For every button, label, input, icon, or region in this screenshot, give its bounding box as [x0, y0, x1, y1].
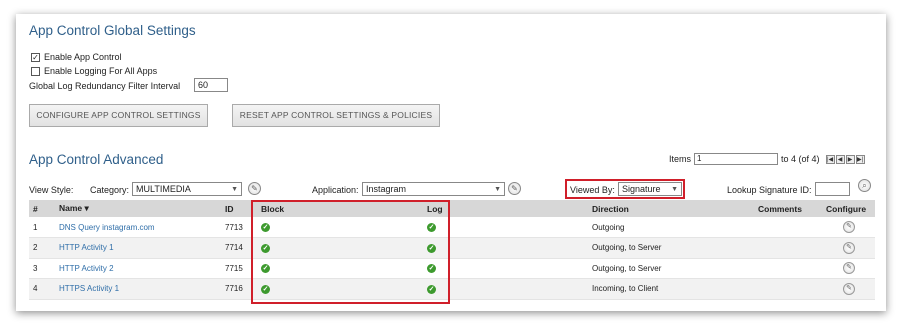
col-name-label: Name — [59, 203, 83, 213]
signatures-table: # Name ▾ ID Block Log Direction Comments… — [29, 200, 875, 300]
interval-input[interactable]: 60 — [194, 78, 228, 92]
row-comments — [754, 217, 822, 238]
interval-label: Global Log Redundancy Filter Interval — [29, 81, 181, 91]
configure-icon[interactable]: ✎ — [843, 262, 855, 275]
col-num: # — [33, 203, 38, 214]
application-value: Instagram — [366, 184, 407, 194]
table-header-row: # Name ▾ ID Block Log Direction Comments… — [29, 200, 875, 217]
configure-settings-button[interactable]: CONFIGURE APP CONTROL SETTINGS — [29, 104, 208, 127]
prev-page-icon[interactable]: ◀ — [835, 154, 845, 164]
advanced-title: App Control Advanced — [29, 152, 164, 167]
chevron-down-icon: ▼ — [671, 186, 678, 193]
search-icon[interactable]: ⌕ — [858, 179, 871, 192]
row-name-link[interactable]: HTTP Activity 1 — [55, 237, 221, 259]
last-page-icon[interactable]: ▶| — [855, 154, 865, 164]
category-select[interactable]: MULTIMEDIA ▼ — [132, 182, 242, 196]
table-row: 1 DNS Query instagram.com 7713 ✓ ✓ Outgo… — [29, 217, 875, 238]
application-select[interactable]: Instagram ▼ — [362, 182, 505, 196]
col-name[interactable]: Name ▾ — [55, 200, 221, 217]
viewed-by-label: Viewed By: — [570, 185, 615, 195]
col-direction: Direction — [592, 203, 629, 214]
viewed-by-value: Signature — [622, 184, 661, 194]
enable-logging-row: Enable Logging For All Apps — [31, 66, 157, 76]
items-range: to 4 (of 4) — [781, 154, 820, 164]
row-name-link[interactable]: DNS Query instagram.com — [55, 217, 221, 238]
block-log-highlight — [251, 200, 450, 304]
items-label: Items — [669, 154, 692, 164]
category-label: Category: — [90, 185, 130, 195]
configure-icon[interactable]: ✎ — [843, 241, 855, 254]
row-name-link[interactable]: HTTP Activity 2 — [55, 258, 221, 279]
chevron-down-icon: ▼ — [494, 186, 501, 193]
reset-settings-button[interactable]: RESET APP CONTROL SETTINGS & POLICIES — [232, 104, 440, 127]
view-style-label: View Style: — [29, 185, 74, 195]
row-direction: Incoming, to Client — [588, 278, 754, 300]
category-value: MULTIMEDIA — [136, 184, 191, 194]
row-direction: Outgoing — [588, 217, 754, 238]
application-edit-icon[interactable]: ✎ — [508, 182, 521, 195]
next-page-icon[interactable]: ▶ — [845, 154, 855, 164]
row-num: 2 — [29, 237, 55, 259]
enable-app-control-row: ✓ Enable App Control — [31, 52, 122, 62]
enable-logging-label: Enable Logging For All Apps — [44, 66, 158, 76]
enable-app-control-label: Enable App Control — [44, 52, 122, 62]
row-comments — [754, 258, 822, 279]
enable-logging-checkbox[interactable] — [31, 66, 40, 76]
row-comments — [754, 237, 822, 259]
row-direction: Outgoing, to Server — [588, 237, 754, 259]
category-edit-icon[interactable]: ✎ — [248, 182, 261, 195]
enable-app-control-checkbox[interactable]: ✓ — [31, 52, 40, 62]
viewed-by-select[interactable]: Signature ▼ — [618, 182, 682, 196]
table-row: 4 HTTPS Activity 1 7716 ✓ ✓ Incoming, to… — [29, 278, 875, 300]
chevron-down-icon: ▼ — [231, 186, 238, 193]
row-num: 4 — [29, 278, 55, 300]
app-control-panel: App Control Global Settings ✓ Enable App… — [16, 14, 886, 311]
row-name-link[interactable]: HTTPS Activity 1 — [55, 278, 221, 300]
row-direction: Outgoing, to Server — [588, 258, 754, 279]
first-page-icon[interactable]: |◀ — [825, 154, 835, 164]
row-num: 3 — [29, 258, 55, 279]
global-settings-title: App Control Global Settings — [29, 23, 196, 38]
items-pagination: Items 1 to 4 (of 4) |◀ ◀ ▶ ▶| — [669, 153, 865, 165]
configure-icon[interactable]: ✎ — [843, 282, 855, 295]
col-comments: Comments — [758, 203, 802, 214]
row-num: 1 — [29, 217, 55, 238]
table-row: 3 HTTP Activity 2 7715 ✓ ✓ Outgoing, to … — [29, 258, 875, 279]
sort-desc-icon: ▾ — [84, 203, 89, 213]
application-label: Application: — [312, 185, 359, 195]
configure-icon[interactable]: ✎ — [843, 221, 855, 233]
lookup-signature-input[interactable] — [815, 182, 850, 196]
row-comments — [754, 278, 822, 300]
items-input[interactable]: 1 — [694, 153, 779, 165]
col-configure: Configure — [826, 203, 867, 214]
table-row: 2 HTTP Activity 1 7714 ✓ ✓ Outgoing, to … — [29, 237, 875, 259]
lookup-label: Lookup Signature ID: — [727, 185, 812, 195]
